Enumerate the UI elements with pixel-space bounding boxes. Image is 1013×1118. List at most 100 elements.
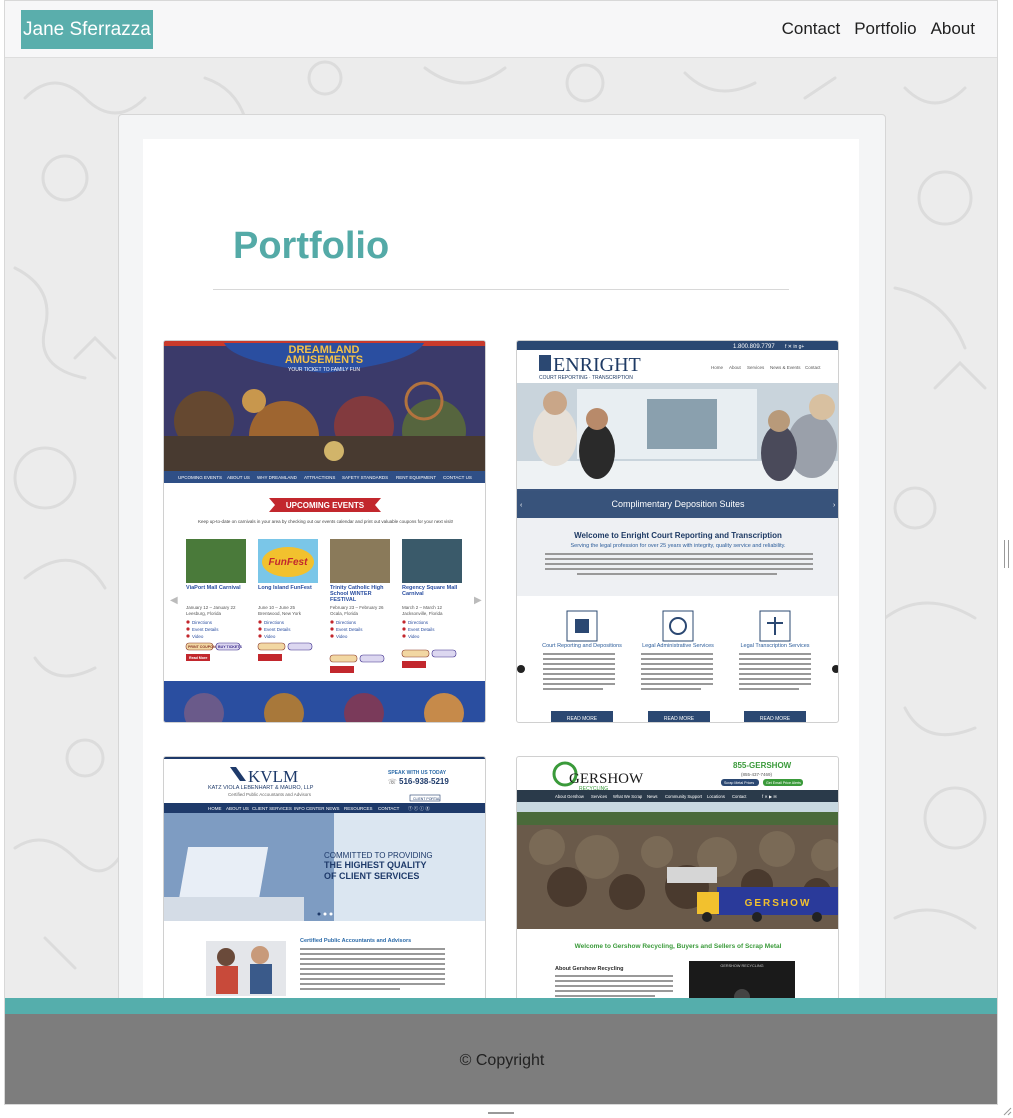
gershow-phone-sub: (855-437-7469) — [741, 772, 773, 777]
event-link-directions: Directions — [192, 620, 213, 625]
event-dates-2: February 23 – February 26 — [330, 605, 384, 610]
btn-read-more: Read More — [189, 656, 207, 660]
enright-heading: Welcome to Enright Court Reporting and T… — [574, 531, 782, 540]
enright-menu-1: About — [729, 365, 742, 370]
enright-service-1: Legal Administrative Services — [642, 643, 714, 649]
event-link-details: Event Details — [192, 627, 219, 632]
event-dates-3: March 2 – March 12 — [402, 605, 443, 610]
enright-logo: ENRIGHT — [553, 354, 641, 376]
svg-text:Directions: Directions — [408, 620, 429, 625]
dreamland-menu-1: ABOUT US — [227, 475, 250, 480]
enright-menu-0: Home — [711, 365, 724, 370]
kvlm-menu-1: ABOUT US — [226, 806, 249, 811]
kvlm-firm: KATZ VIOLA LEBENHART & MAURO, LLP — [208, 785, 314, 791]
browser-viewport: Jane Sferrazza Contact Portfolio About P… — [4, 0, 998, 1105]
gershow-video-label: GERSHOW RECYCLING — [720, 964, 763, 968]
kvlm-phone: 516-938-5219 — [399, 777, 449, 786]
portfolio-thumb-dreamland[interactable]: DREAMLAND AMUSEMENTS YOUR TICKET TO FAMI… — [163, 340, 486, 723]
enright-logo-sub: COURT REPORTING · TRANSCRIPTION — [539, 375, 633, 381]
svg-text:Directions: Directions — [336, 620, 357, 625]
svg-text:▶: ▶ — [474, 595, 482, 606]
svg-text:☏: ☏ — [388, 778, 397, 786]
kvlm-firm-sub: Certified Public Accountants and Advisor… — [228, 792, 312, 797]
corner-resize-grip[interactable] — [1000, 1104, 1012, 1116]
enright-service-2: Legal Transcription Services — [740, 643, 809, 649]
svg-text:Event Details: Event Details — [336, 627, 363, 632]
gershow-about: About Gershow Recycling — [555, 966, 623, 972]
portfolio-card: Portfolio DREAMLAND AMUSEMENTS YOUR TICK… — [118, 114, 886, 1104]
dreamland-logo-line2: AMUSEMENTS — [285, 354, 363, 366]
dreamland-tagline: YOUR TICKET TO FAMILY FUN — [288, 367, 360, 373]
svg-text:f ✕ in g+: f ✕ in g+ — [785, 344, 804, 350]
enright-service-0: Court Reporting and Depositions — [542, 643, 622, 649]
kvlm-logo: KVLM — [248, 767, 298, 786]
footer: © Copyright — [5, 1014, 997, 1104]
kvlm-menu-0: HOME — [208, 806, 222, 811]
event-dates-1: June 10 – June 25 — [258, 605, 296, 610]
gershow-menu-1: Services — [591, 794, 607, 799]
enright-menu-4: Contact — [805, 365, 821, 370]
event-title-2: Trinity Catholic High School WINTER FEST… — [330, 585, 384, 603]
kvlm-menu-5: RESOURCES — [344, 806, 373, 811]
nav-link-contact[interactable]: Contact — [782, 19, 841, 39]
enright-menu-3: News & Events — [770, 365, 801, 370]
svg-text:Directions: Directions — [264, 620, 285, 625]
event-title-0: ViaPort Mall Carnival — [186, 585, 241, 591]
kvlm-menu-4: NEWS — [326, 806, 340, 811]
page-title: Portfolio — [233, 225, 390, 267]
gershow-menu-5: Locations — [707, 794, 725, 799]
svg-text:Video: Video — [264, 634, 276, 639]
btn-print-coupons: PRINT COUPONS — [188, 645, 219, 649]
btn-buy-tickets: BUY TICKETS — [218, 645, 242, 649]
nav-links: Contact Portfolio About — [782, 19, 975, 39]
event-place-0: Leesburg, Florida — [186, 611, 222, 616]
svg-text:READ MORE: READ MORE — [760, 716, 791, 722]
gershow-scrap-prices: Scrap Metal Prices — [724, 781, 754, 785]
gershow-menu-3: News — [647, 794, 657, 799]
event-title-1: Long Island FunFest — [258, 585, 312, 591]
gershow-logo: GERSHOW — [569, 771, 644, 787]
event-link-video: Video — [192, 634, 204, 639]
dreamland-intro: Keep up-to-date on carnivals in your are… — [198, 519, 453, 524]
svg-text:Video: Video — [408, 634, 420, 639]
dreamland-menu-2: WHY DREAMLAND — [257, 475, 298, 480]
gershow-menu-6: Contact — [732, 794, 747, 799]
event-place-3: Jacksonville, Florida — [402, 611, 443, 616]
portfolio-thumb-enright[interactable]: 1.800.809.7797 f ✕ in g+ ENRIGHT COURT R… — [516, 340, 839, 723]
navbar: Jane Sferrazza Contact Portfolio About — [5, 1, 997, 58]
dreamland-section-title: UPCOMING EVENTS — [286, 501, 365, 510]
kvlm-client-portal: CLIENT PORTAL — [413, 797, 440, 801]
dreamland-menu-0: UPCOMING EVENTS — [178, 475, 222, 480]
svg-text:◀: ◀ — [170, 595, 178, 606]
gershow-truck-text: GERSHOW — [745, 898, 812, 909]
portfolio-panel: Portfolio DREAMLAND AMUSEMENTS YOUR TICK… — [143, 139, 859, 1104]
svg-text:ⓕ ⓣ ⓘ ⓖ: ⓕ ⓣ ⓘ ⓖ — [408, 805, 430, 812]
nav-link-about[interactable]: About — [931, 19, 975, 39]
brand-logo[interactable]: Jane Sferrazza — [21, 10, 153, 49]
svg-text:f ✕ ▶ ✉: f ✕ ▶ ✉ — [762, 794, 777, 799]
copyright-text: © Copyright — [459, 1052, 545, 1069]
gershow-menu-0: About Gershow — [555, 794, 585, 799]
pane-resize-handle[interactable] — [1004, 540, 1009, 568]
dreamland-menu-4: SAFETY STANDARDS — [342, 475, 388, 480]
kvlm-menu-6: CONTACT — [378, 806, 400, 811]
kvlm-hero-line-2: OF CLIENT SERVICES — [324, 871, 419, 881]
event-place-2: Ocala, Florida — [330, 611, 359, 616]
nav-link-portfolio[interactable]: Portfolio — [854, 19, 916, 39]
enright-read-more: READ MORE — [567, 716, 598, 722]
bottom-resize-handle[interactable] — [488, 1112, 514, 1114]
enright-phone: 1.800.809.7797 — [733, 344, 775, 350]
svg-text:Event Details: Event Details — [264, 627, 291, 632]
funfest-badge: FunFest — [269, 557, 309, 568]
kvlm-menu-3: INFO CENTER — [294, 806, 325, 811]
gershow-welcome: Welcome to Gershow Recycling, Buyers and… — [575, 943, 782, 950]
event-dates-0: January 12 – January 22 — [186, 605, 236, 610]
enright-banner: Complimentary Deposition Suites — [611, 499, 745, 509]
event-place-1: Brentwood, New York — [258, 611, 302, 616]
enright-subheading: Serving the legal profession for over 25… — [570, 543, 785, 549]
svg-text:Video: Video — [336, 634, 348, 639]
kvlm-hero-line-0: COMMITTED TO PROVIDING — [324, 851, 433, 860]
dreamland-menu-6: CONTACT US — [443, 475, 472, 480]
kvlm-menu-2: CLIENT SERVICES — [252, 806, 292, 811]
enright-menu-2: Services — [747, 365, 765, 370]
